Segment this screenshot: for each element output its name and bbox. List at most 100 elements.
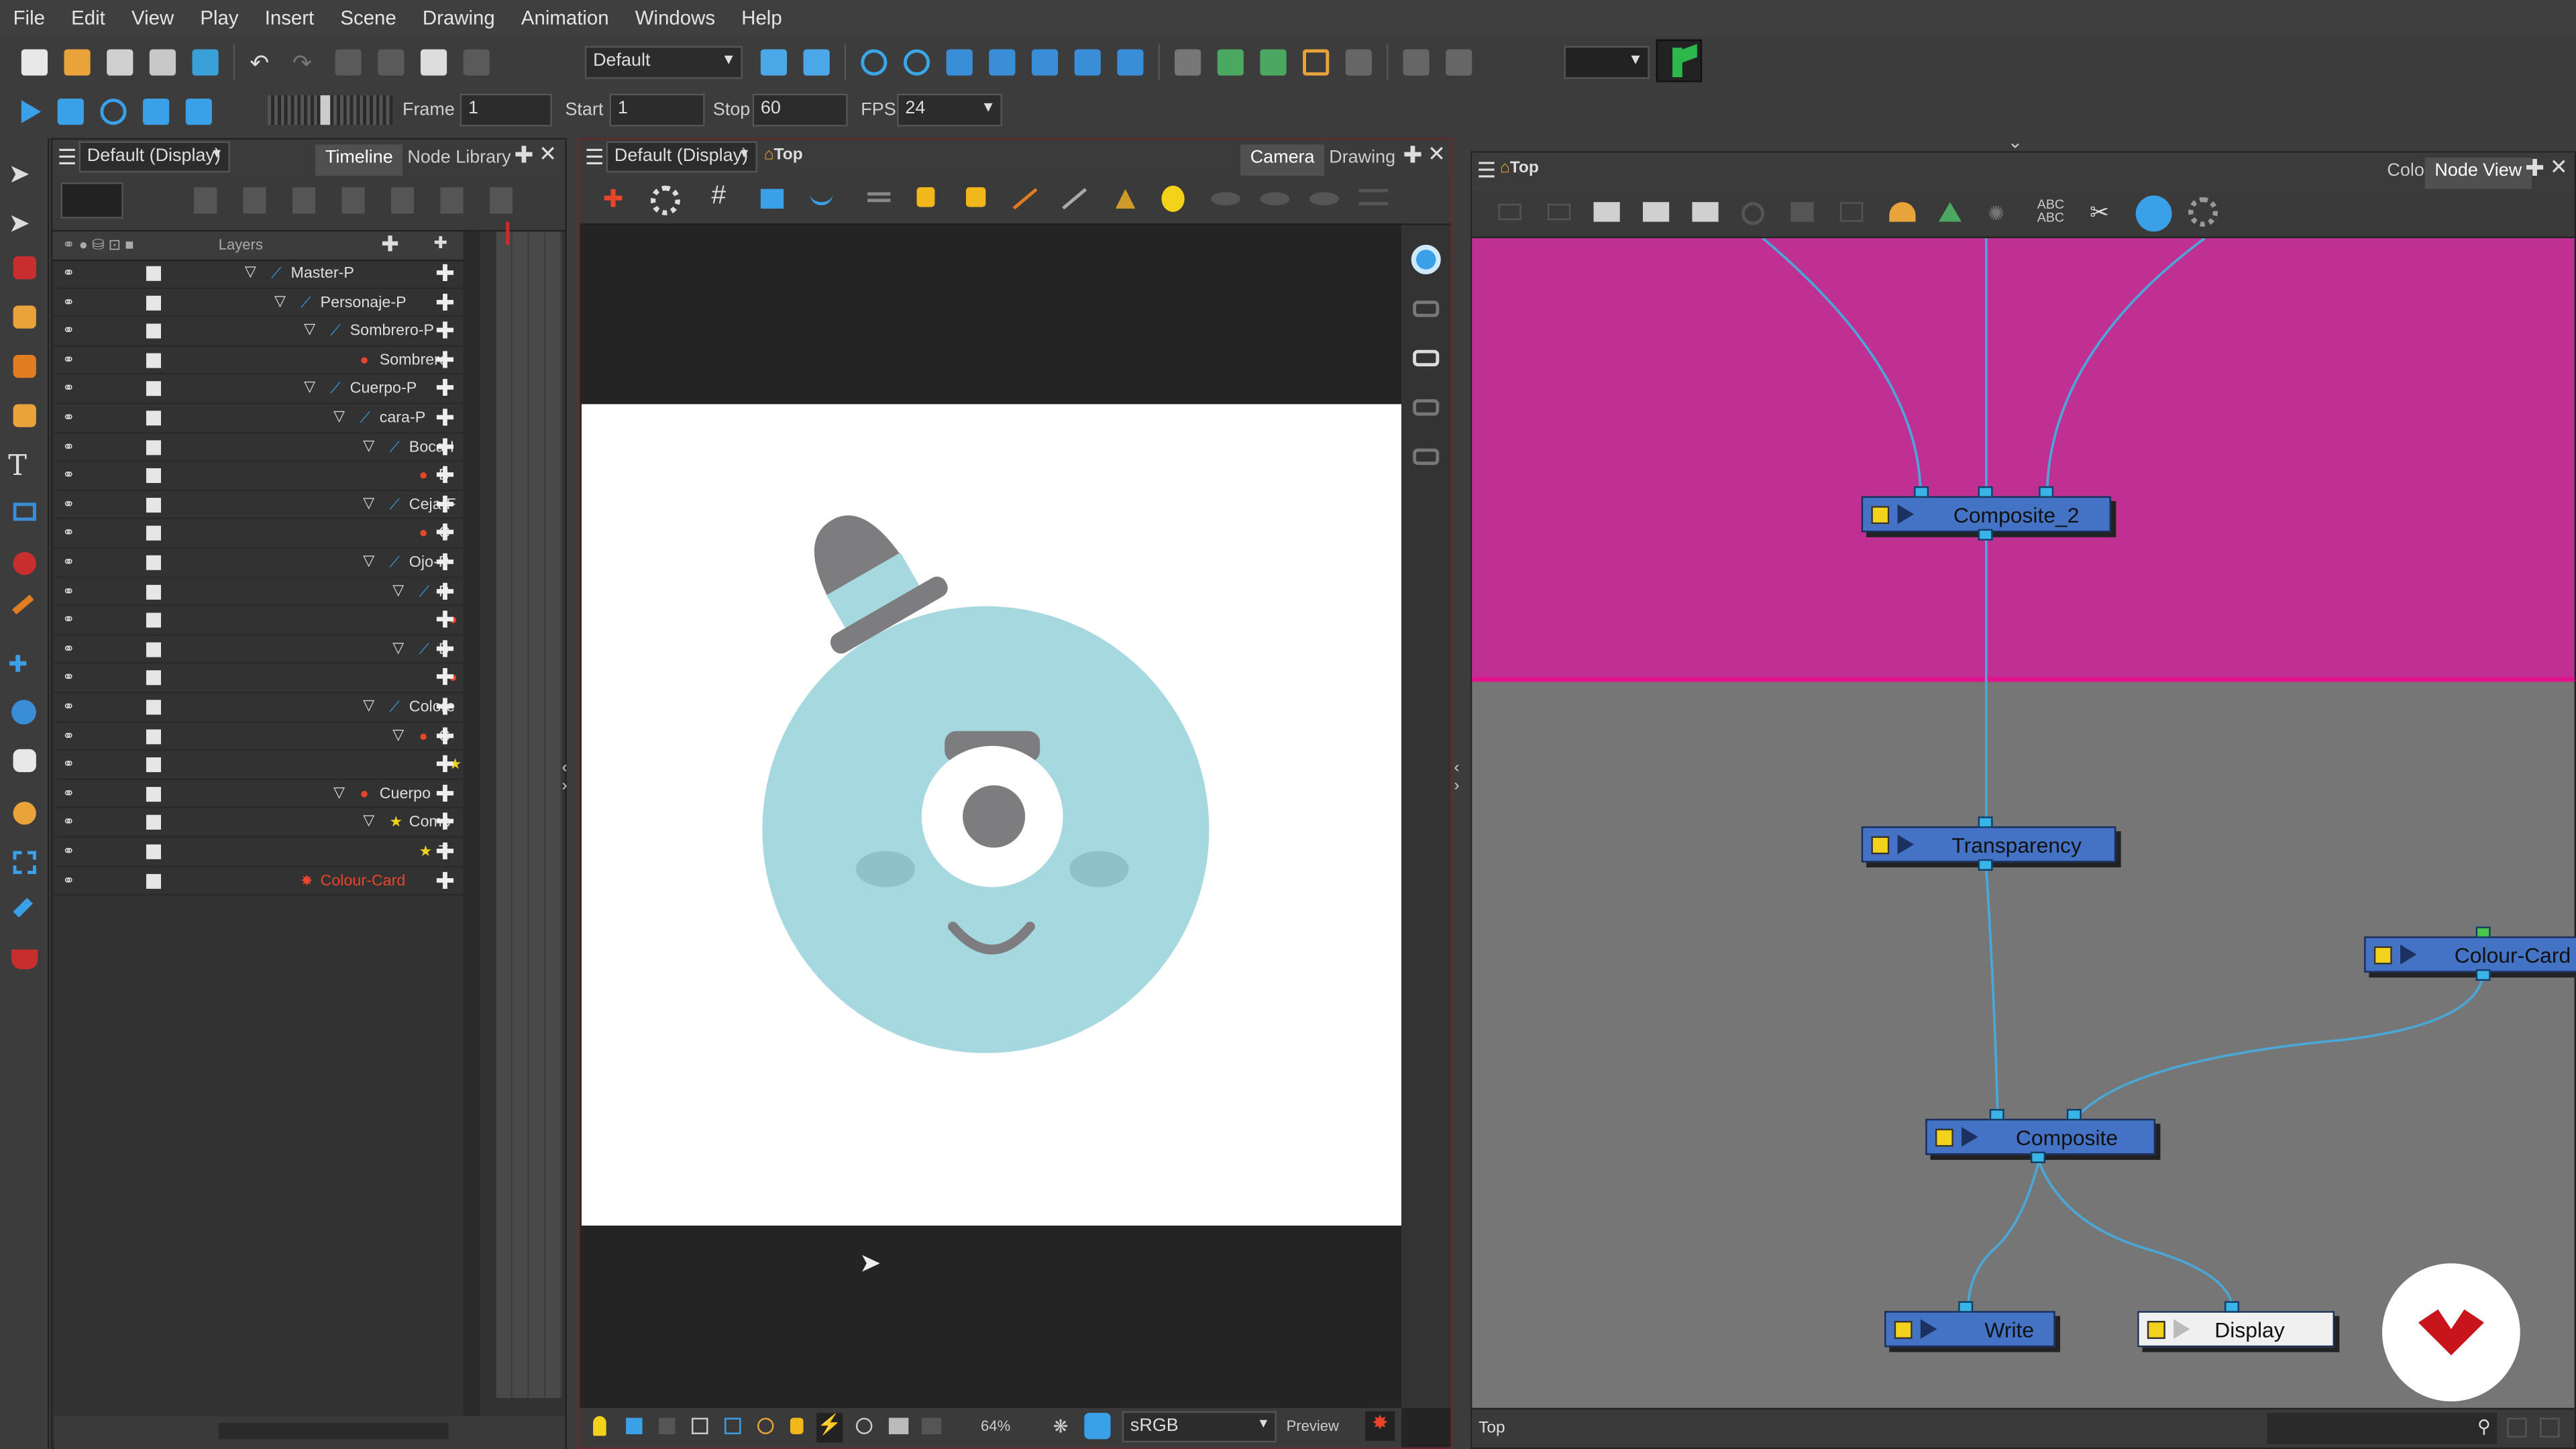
port-out[interactable] <box>1978 529 1993 541</box>
node-display[interactable]: Display <box>2137 1311 2335 1348</box>
bone-node-icon[interactable] <box>1938 202 1962 222</box>
lock-icon[interactable] <box>916 187 935 207</box>
workspace-dropdown[interactable]: Default ▼ <box>584 46 743 79</box>
add-child-icon[interactable]: ✚ <box>435 635 455 663</box>
effect-icon[interactable]: ✺ <box>1988 202 2010 225</box>
onion-icon[interactable] <box>757 1417 774 1434</box>
layer-row[interactable]: ⚭ ✸ Colour-Card ✚ <box>54 867 466 896</box>
collapse-right-icon[interactable]: ‹ › <box>1454 759 1470 824</box>
transform-tool-icon[interactable] <box>13 851 36 874</box>
start-field[interactable]: 1 <box>609 93 705 127</box>
layer-row[interactable]: ⚭ ▽ ⟋ Ceja-F ✚ <box>54 491 466 520</box>
layer-visibility-icon[interactable]: ⚭ <box>62 582 78 598</box>
layer-visibility-icon[interactable]: ⚭ <box>62 352 78 368</box>
select-tool-icon[interactable]: ➤ <box>8 158 41 191</box>
render-icon[interactable]: ⚡ <box>816 1413 843 1443</box>
add-child-icon[interactable]: ✚ <box>435 462 455 490</box>
collapse-top-icon[interactable]: ⌄ <box>2008 131 2023 152</box>
panel-menu-icon[interactable]: ☰ <box>585 145 604 171</box>
paint-bucket-icon[interactable] <box>11 949 38 969</box>
field-chart-icon[interactable] <box>1115 189 1136 209</box>
playhead[interactable] <box>506 221 510 245</box>
layer-color-icon[interactable] <box>146 584 162 599</box>
layers-scrollbar[interactable] <box>463 231 480 1448</box>
rectangle-tool-icon[interactable] <box>13 502 36 521</box>
layer-color-icon[interactable] <box>146 671 162 686</box>
layer-row[interactable]: ⚭ ● B ✚ <box>54 462 466 491</box>
composite-icon[interactable] <box>1741 202 1765 225</box>
add-child-icon[interactable]: ✚ <box>435 520 455 548</box>
contour-editor-icon[interactable]: ➤ <box>8 207 41 240</box>
layer-row[interactable]: ⚭ ● Sombrero ✚ <box>54 346 466 376</box>
safe-area-icon[interactable] <box>760 189 784 209</box>
port-in[interactable] <box>2039 486 2054 498</box>
settings-icon[interactable] <box>650 185 680 215</box>
ungroup-icon[interactable] <box>1643 202 1670 222</box>
node-enable-swatch[interactable] <box>1871 836 1890 855</box>
cut-icon[interactable] <box>335 49 362 76</box>
layer-color-icon[interactable] <box>146 323 162 339</box>
maintain-size-icon[interactable] <box>1074 49 1101 76</box>
add-peg-icon[interactable]: ✚ <box>434 235 448 253</box>
redo-icon[interactable]: ↷ <box>292 49 319 75</box>
layer-color-icon[interactable] <box>146 439 162 455</box>
onion-skin-icon[interactable] <box>810 189 833 206</box>
add-child-icon[interactable]: ✚ <box>435 491 455 519</box>
network-icon[interactable] <box>2135 195 2172 232</box>
layer-color-icon[interactable] <box>146 700 162 715</box>
collapse-left-icon[interactable]: ‹ › <box>562 759 578 824</box>
pivot-tool-icon[interactable]: ✚ <box>8 651 41 684</box>
node-write[interactable]: Write <box>1884 1311 2055 1348</box>
offset-icon[interactable] <box>1446 49 1472 76</box>
save-icon[interactable] <box>107 49 133 76</box>
menu-file[interactable]: File <box>0 7 58 30</box>
table-3-icon[interactable] <box>1309 192 1339 206</box>
layer-color-icon[interactable] <box>146 873 162 888</box>
flip-vertical-icon[interactable] <box>803 49 830 76</box>
table-4-icon[interactable] <box>1358 189 1389 206</box>
layer-visibility-icon[interactable]: ⚭ <box>62 843 78 859</box>
frame-field[interactable]: 1 <box>460 93 552 127</box>
stamp-tool-icon[interactable] <box>13 354 36 378</box>
layer-visibility-icon[interactable]: ⚭ <box>62 611 78 627</box>
menu-scene[interactable]: Scene <box>327 7 410 30</box>
expand-toggle-icon[interactable]: ▽ <box>304 321 315 339</box>
layer-visibility-icon[interactable]: ⚭ <box>62 669 78 686</box>
timeline-display-dropdown[interactable]: Default (Display) ▼ <box>78 141 230 173</box>
lightbulb-icon[interactable] <box>593 1416 606 1436</box>
camera-breadcrumb[interactable]: ⌂Top <box>764 146 803 164</box>
backdrop-icon[interactable] <box>1790 202 1814 222</box>
timeline-tool-icons[interactable] <box>193 187 523 214</box>
zoom-tool-icon[interactable] <box>13 749 36 773</box>
sound-scrub-icon[interactable] <box>185 98 212 125</box>
layer-visibility-icon[interactable]: ⚭ <box>62 496 78 512</box>
add-child-icon[interactable]: ✚ <box>435 433 455 462</box>
exposure-grid[interactable] <box>496 221 562 1399</box>
pivot-icon[interactable] <box>1117 49 1144 76</box>
layer-visibility-icon[interactable]: ⚭ <box>62 553 78 570</box>
layer-row[interactable]: ⚭ ▽ ⟋ cara-P ✚ <box>54 404 466 433</box>
paint-tool-icon[interactable] <box>13 551 36 576</box>
expand-toggle-icon[interactable]: ▽ <box>304 378 315 396</box>
layer-row[interactable]: ⚭ ● ✚ <box>54 664 466 694</box>
layer-visibility-icon[interactable]: ⚭ <box>62 785 78 801</box>
expand-toggle-icon[interactable]: ▽ <box>392 725 404 743</box>
layer-row[interactable]: ⚭ ▽ ⟋ Colore ✚ <box>54 693 466 722</box>
layer-color-icon[interactable] <box>146 642 162 657</box>
layer-row[interactable]: ⚭ ★ T ✚ <box>54 838 466 867</box>
playback-speed-slider[interactable] <box>268 95 393 125</box>
port-in[interactable] <box>2066 1109 2082 1121</box>
port-in[interactable] <box>1978 486 1993 498</box>
envelope-icon[interactable] <box>1031 49 1059 76</box>
deformer-dropdown[interactable]: ▼ <box>1564 46 1650 79</box>
tab-node-view[interactable]: Node View <box>2424 158 2532 189</box>
add-child-icon[interactable]: ✚ <box>435 664 455 692</box>
layer-visibility-icon[interactable]: ⚭ <box>62 293 78 309</box>
add-child-icon[interactable]: ✚ <box>435 375 455 403</box>
game-bone-icon[interactable] <box>1403 49 1430 76</box>
node-enable-swatch[interactable] <box>1871 506 1890 525</box>
add-child-icon[interactable]: ✚ <box>435 549 455 577</box>
layer-visibility-icon[interactable]: ⚭ <box>62 525 78 541</box>
tab-node-library[interactable]: Node Library <box>398 145 521 176</box>
layer-row[interactable]: ⚭ ▽ ★ Comp ✚ <box>54 809 466 838</box>
